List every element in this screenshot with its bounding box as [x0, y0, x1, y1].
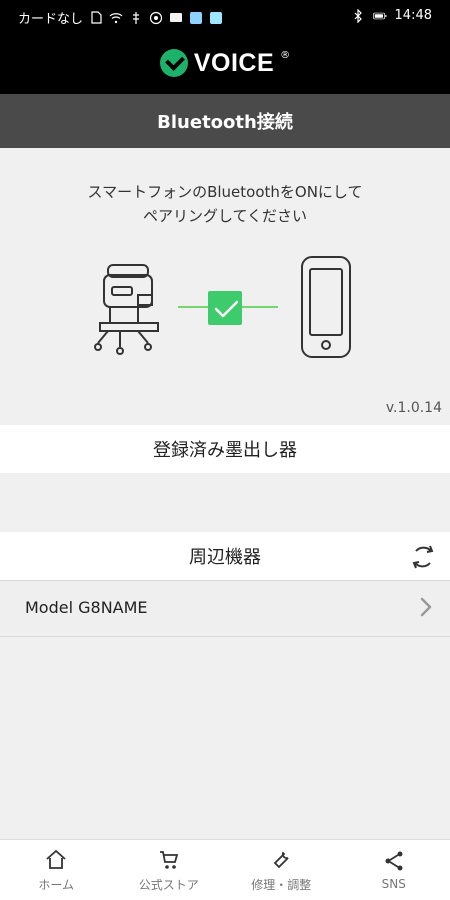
- smartphone-icon: [301, 256, 351, 358]
- nav-repair[interactable]: 修理・調整: [225, 840, 338, 900]
- app-version: v.1.0.14: [385, 400, 442, 416]
- wrench-icon: [269, 848, 293, 872]
- status-right: 14:48: [351, 8, 432, 23]
- nav-home[interactable]: ホーム: [0, 840, 113, 900]
- trademark-symbol: ®: [280, 49, 291, 61]
- nav-sns[interactable]: SNS: [338, 840, 450, 900]
- mail-icon: [169, 11, 183, 25]
- nav-repair-label: 修理・調整: [251, 877, 312, 892]
- home-icon: [44, 848, 68, 872]
- registered-devices-title: 登録済み墨出し器: [153, 440, 297, 461]
- pairing-illustration: [90, 255, 360, 365]
- nav-home-label: ホーム: [38, 877, 75, 892]
- sim-card-icon: [89, 11, 103, 25]
- photo-icon-2: [209, 11, 223, 25]
- device-list-item[interactable]: Model G8NAME: [0, 580, 450, 637]
- brand-name: VOICE: [193, 48, 275, 77]
- nav-store-label: 公式ストア: [138, 877, 199, 892]
- nearby-devices-title: 周辺機器: [189, 547, 261, 568]
- wifi-icon: [109, 11, 123, 25]
- chevron-right-icon: [420, 597, 432, 617]
- instruction-line-2: ペアリングしてください: [142, 207, 308, 225]
- registered-devices-section: 登録済み墨出し器: [0, 425, 450, 473]
- instruction-line-1: スマートフォンのBluetoothをONにして: [87, 183, 363, 201]
- nearby-devices-section: 周辺機器: [0, 532, 450, 580]
- cart-icon: [157, 848, 181, 872]
- photo-icon: [189, 11, 203, 25]
- status-left: カードなし: [18, 8, 223, 27]
- paired-check-icon: [208, 291, 242, 325]
- status-bar: カードなし 14:48: [0, 0, 450, 32]
- battery-icon: [372, 9, 387, 23]
- device-name: Model G8NAME: [25, 598, 148, 617]
- usb-icon: [129, 11, 143, 25]
- pairing-instruction: スマートフォンのBluetoothをONにして ペアリングしてください: [0, 180, 450, 228]
- refresh-button[interactable]: [408, 542, 438, 572]
- app-icon: [149, 11, 163, 25]
- page-title-bar: Bluetooth接続: [0, 94, 450, 148]
- app-header: VOICE ®: [0, 32, 450, 94]
- nav-sns-label: SNS: [381, 877, 406, 891]
- page-title: Bluetooth接続: [157, 112, 293, 133]
- brand-logo: VOICE ®: [159, 48, 291, 78]
- laser-level-icon: [94, 264, 159, 355]
- status-time: 14:48: [394, 8, 432, 23]
- bluetooth-icon: [351, 8, 365, 23]
- carrier-label: カードなし: [18, 12, 84, 27]
- logo-mark-icon: [159, 49, 188, 77]
- bottom-navigation: ホーム 公式ストア 修理・調整 SNS: [0, 839, 450, 900]
- share-icon: [382, 849, 406, 873]
- refresh-icon: [412, 545, 434, 569]
- nav-store[interactable]: 公式ストア: [113, 840, 226, 900]
